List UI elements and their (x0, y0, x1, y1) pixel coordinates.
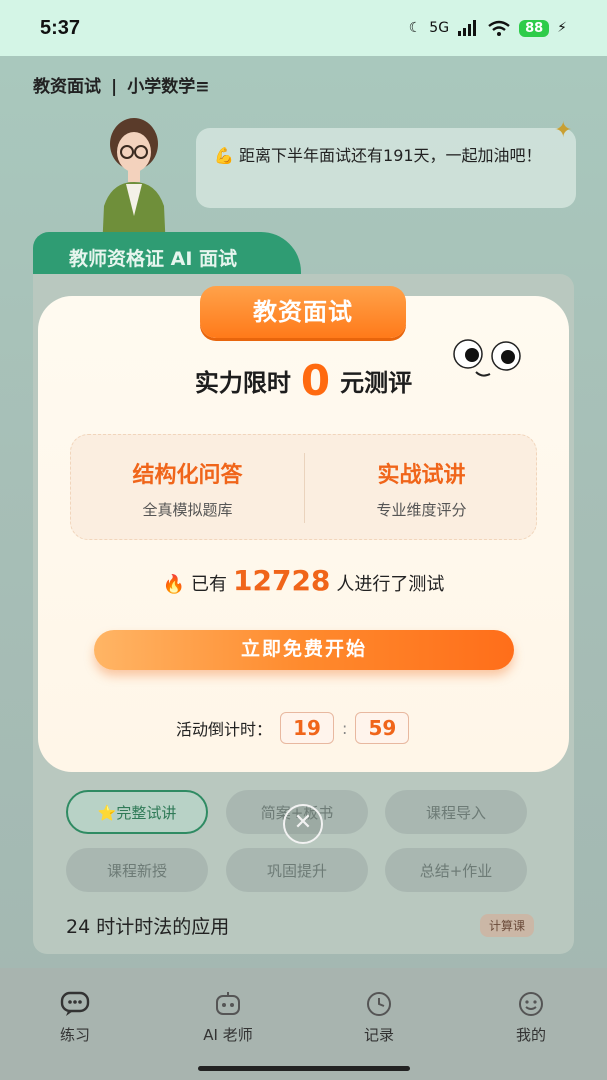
count-pre: 已有 (191, 574, 227, 595)
chat-icon (60, 991, 90, 1016)
headline-zero: 0 (300, 356, 331, 405)
signal-icon (458, 20, 477, 36)
count-post: 人进行了测试 (336, 574, 445, 595)
googly-eyes-icon (453, 339, 521, 377)
participant-count: 🔥 已有 12728 人进行了测试 (0, 564, 607, 597)
robot-icon (216, 992, 240, 1015)
chip-consolidate[interactable]: 巩固提升 (226, 848, 368, 892)
smile-icon (519, 992, 543, 1016)
home-indicator (198, 1066, 410, 1071)
bottom-nav: 练习 AI 老师 记录 我的 (0, 968, 607, 1080)
lesson-title[interactable]: 24 时计时法的应用 (66, 912, 229, 939)
subject-selector[interactable]: 小学数学≡ (127, 77, 209, 97)
nav-label: AI 老师 (203, 1026, 253, 1044)
countdown-seconds: 59 (355, 712, 410, 744)
count-number: 12728 (233, 564, 331, 597)
countdown-colon: : (342, 718, 348, 738)
charging-icon: ⚡ (557, 20, 567, 36)
chip-summary[interactable]: 总结+作业 (385, 848, 527, 892)
flame-icon: 🔥 (162, 574, 185, 595)
headline-pre: 实力限时 (194, 369, 291, 397)
moon-icon: ☾ (408, 20, 422, 36)
clock-icon (367, 992, 391, 1016)
countdown-label: 活动倒计时： (176, 720, 273, 739)
feature-title: 实战试讲 (377, 463, 466, 488)
feature-title: 结构化问答 (132, 463, 243, 488)
feature-panel: 结构化问答 全真模拟题库 实战试讲 专业维度评分 (70, 434, 537, 540)
feature-trial-lecture: 实战试讲 专业维度评分 (305, 435, 538, 541)
chip-intro[interactable]: 课程导入 (385, 790, 527, 834)
chip-new-lesson[interactable]: 课程新授 (66, 848, 208, 892)
nav-ai-teacher[interactable]: AI 老师 (183, 990, 273, 1045)
chip-full-trial[interactable]: ⭐完整试讲 (66, 790, 208, 834)
nav-label: 记录 (363, 1026, 394, 1044)
nav-label: 我的 (515, 1026, 546, 1044)
countdown-minutes: 19 (280, 712, 335, 744)
wifi-icon (488, 20, 510, 36)
sparkle-icon: ✦ (554, 118, 573, 143)
status-time: 5:37 (40, 16, 81, 39)
breadcrumb[interactable]: 教资面试 | 小学数学≡ (33, 72, 209, 97)
feature-structured-qa: 结构化问答 全真模拟题库 (71, 435, 304, 541)
network-label: 5G (429, 20, 450, 36)
breadcrumb-separator: | (111, 77, 118, 97)
nav-mine[interactable]: 我的 (486, 990, 576, 1045)
feature-subtitle: 全真模拟题库 (142, 501, 233, 519)
nav-practice[interactable]: 练习 (30, 990, 120, 1045)
lesson-tag: 计算课 (480, 914, 535, 937)
status-bar: 5:37 ☾ 5G 88 ⚡ (0, 0, 607, 56)
motivation-bubble: 💪 距离下半年面试还有191天，一起加油吧！ (196, 128, 576, 208)
countdown: 活动倒计时： 19 : 59 (176, 712, 410, 744)
nav-label: 练习 (59, 1026, 90, 1044)
feature-subtitle: 专业维度评分 (376, 501, 467, 519)
headline-post: 元测评 (340, 369, 413, 397)
battery-indicator: 88 (519, 19, 550, 37)
modal-badge: 教资面试 (200, 286, 406, 338)
start-free-button[interactable]: 立即免费开始 (94, 630, 514, 670)
close-icon[interactable]: ✕ (283, 804, 323, 844)
breadcrumb-section: 教资面试 (33, 77, 101, 97)
status-indicators: ☾ 5G 88 ⚡ (408, 19, 567, 37)
nav-records[interactable]: 记录 (334, 990, 424, 1045)
